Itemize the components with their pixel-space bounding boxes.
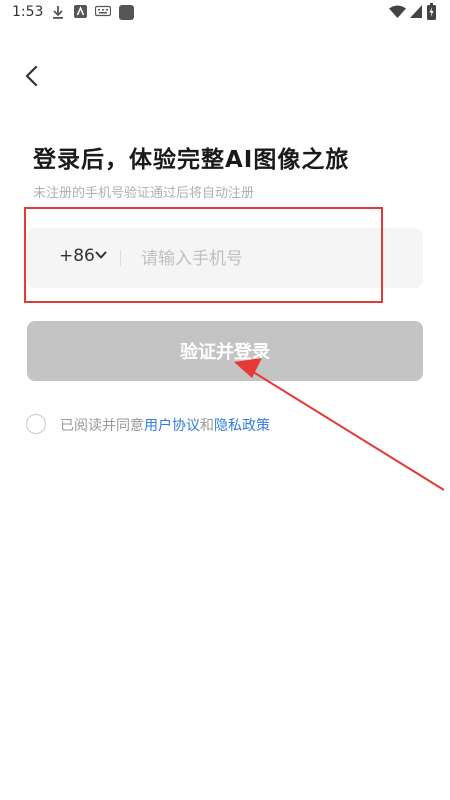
user-agreement-link[interactable]: 用户协议 xyxy=(144,418,200,434)
phone-number-input[interactable] xyxy=(139,240,413,278)
agreement-checkbox[interactable] xyxy=(26,414,46,434)
agreement-conjunction: 和 xyxy=(200,418,214,434)
download-icon xyxy=(53,6,63,19)
phone-input-container: +86 xyxy=(27,228,423,288)
battery-icon xyxy=(427,3,436,20)
status-time: 1:53 xyxy=(12,4,44,20)
input-divider xyxy=(120,250,121,266)
app-notification-icon xyxy=(74,5,87,18)
wifi-icon xyxy=(389,5,406,18)
page-subtitle: 未注册的手机号验证通过后将自动注册 xyxy=(33,186,255,201)
agreement-prefix: 已阅读并同意 xyxy=(60,418,144,434)
agreement-text: 已阅读并同意用户协议和隐私政策 xyxy=(60,415,270,435)
chevron-down-icon[interactable] xyxy=(95,251,107,260)
back-button[interactable] xyxy=(18,62,46,90)
cellular-signal-icon xyxy=(410,5,422,18)
app-square-icon xyxy=(119,5,134,20)
country-code-selector[interactable]: +86 xyxy=(59,246,95,266)
status-bar: 1:53 xyxy=(0,0,450,26)
arrow-annotation xyxy=(234,358,445,491)
chevron-left-icon xyxy=(25,65,38,87)
verify-login-button[interactable]: 验证并登录 xyxy=(27,321,423,381)
privacy-policy-link[interactable]: 隐私政策 xyxy=(214,418,270,434)
page-title: 登录后，体验完整AI图像之旅 xyxy=(33,147,350,173)
keyboard-icon xyxy=(95,5,111,17)
